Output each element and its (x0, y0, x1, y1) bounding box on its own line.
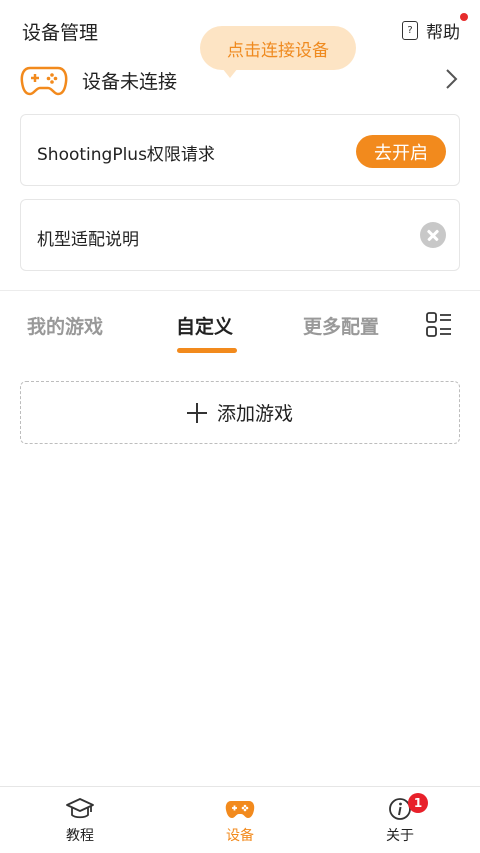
permission-text: ShootingPlus权限请求 (37, 145, 215, 165)
nav-about[interactable]: 关于 1 (360, 793, 440, 847)
graduation-cap-icon (66, 798, 94, 819)
gamepad-icon (225, 801, 255, 818)
chevron-right-icon (446, 69, 458, 89)
connect-device-tooltip[interactable]: 点击连接设备 (200, 26, 356, 78)
help-label: 帮助 (426, 23, 460, 43)
nav-tutorial-label: 教程 (66, 828, 94, 844)
compat-text: 机型适配说明 (37, 230, 139, 250)
page-title: 设备管理 (22, 22, 99, 44)
tab-custom[interactable]: 自定义 (176, 312, 233, 339)
tab-more-config[interactable]: 更多配置 (303, 312, 379, 339)
divider (0, 290, 480, 291)
nav-device-label: 设备 (226, 828, 254, 844)
layout-list-icon[interactable] (426, 312, 452, 338)
nav-about-label: 关于 (386, 828, 414, 844)
help-button[interactable]: ? 帮助 (402, 13, 468, 43)
close-icon[interactable] (420, 222, 446, 248)
device-status: 设备未连接 (82, 71, 178, 93)
bottom-nav: 教程 设备 关于 1 (0, 786, 480, 853)
tab-my-games[interactable]: 我的游戏 (27, 312, 103, 339)
compat-card[interactable]: 机型适配说明 (20, 199, 460, 271)
add-game-button[interactable]: 添加游戏 (20, 381, 460, 444)
active-tab-indicator (177, 348, 237, 353)
permission-card: ShootingPlus权限请求 去开启 (20, 114, 460, 186)
plus-icon (186, 402, 207, 423)
add-game-label: 添加游戏 (216, 403, 293, 425)
notification-badge: 1 (408, 793, 428, 813)
notification-dot (460, 13, 468, 21)
nav-device[interactable]: 设备 (200, 797, 280, 847)
nav-tutorial[interactable]: 教程 (40, 797, 120, 847)
tab-bar: 我的游戏 自定义 更多配置 (0, 300, 480, 360)
question-doc-icon: ? (402, 21, 418, 40)
enable-permission-button[interactable]: 去开启 (356, 135, 446, 168)
gamepad-icon (20, 66, 68, 96)
